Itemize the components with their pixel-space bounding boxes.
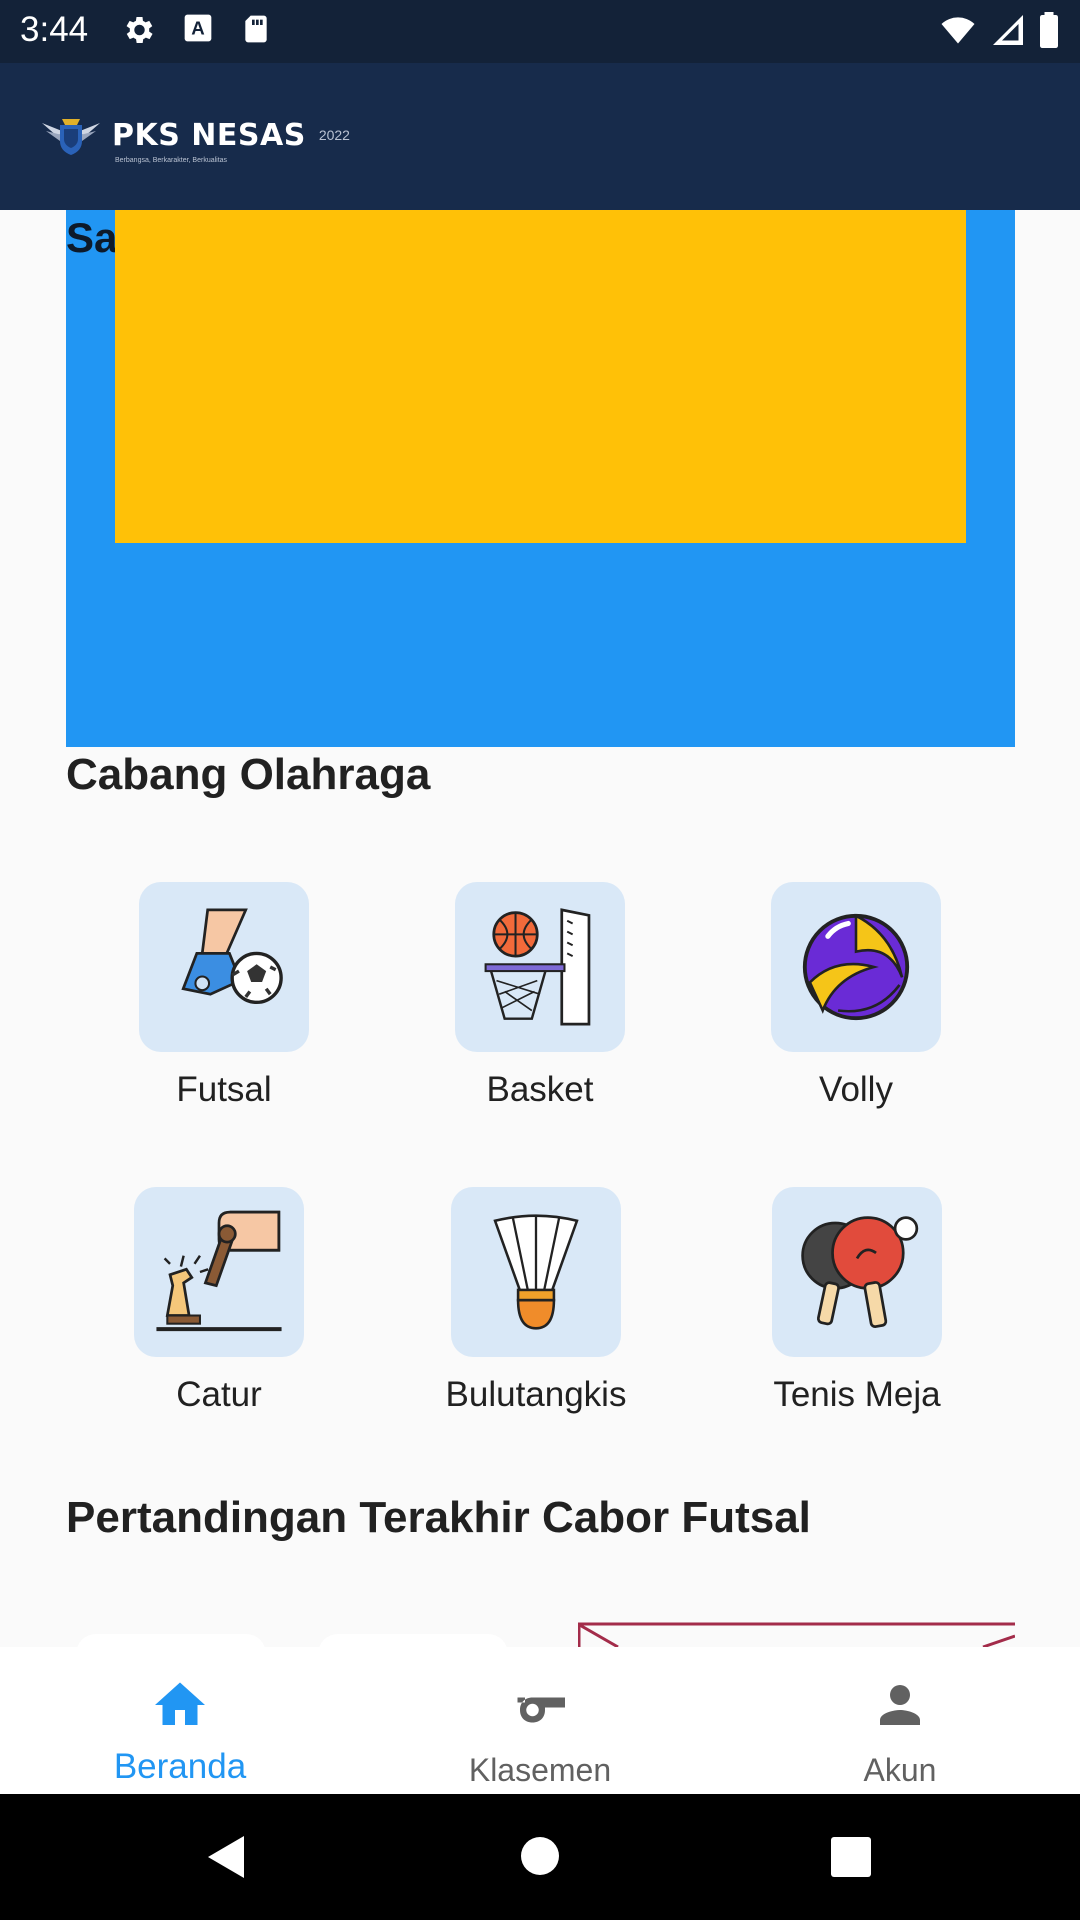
table-tennis-icon [801, 1216, 919, 1328]
match-card[interactable] [318, 1634, 508, 1647]
sport-label: Basket [486, 1070, 594, 1109]
sport-label: Bulutangkis [445, 1375, 627, 1414]
nav-item-akun[interactable]: Akun [720, 1647, 1080, 1794]
sport-item-volly[interactable]: Volly [736, 882, 976, 1110]
home-icon [155, 1682, 205, 1725]
sport-item-tenis-meja[interactable]: Tenis Meja [737, 1187, 977, 1415]
chess-icon [156, 1210, 282, 1332]
home-circle-icon[interactable] [520, 1836, 560, 1876]
sport-label: Volly [819, 1070, 893, 1109]
sport-tile[interactable] [772, 1187, 942, 1357]
bottom-navigation: Beranda Klasemen Akun [0, 1647, 1080, 1794]
logo-subtitle: Berbangsa, Berkarakter, Berkualitas [115, 157, 228, 164]
matches-section-title: Pertandingan Terakhir Cabor Futsal [66, 1493, 811, 1542]
signal-icon [993, 15, 1023, 45]
match-banner-image[interactable] [578, 1622, 1015, 1647]
sport-item-basket[interactable]: Basket [420, 882, 660, 1110]
font-a-icon: A [184, 14, 212, 42]
sport-tile[interactable] [451, 1187, 621, 1357]
sd-card-icon [245, 15, 267, 43]
recents-icon[interactable] [831, 1837, 871, 1877]
nav-item-beranda[interactable]: Beranda [0, 1647, 360, 1794]
sports-section-title: Cabang Olahraga [66, 750, 431, 799]
status-icons-left: A [120, 12, 272, 48]
svg-text:A: A [191, 18, 204, 39]
status-icons-right [938, 12, 1060, 48]
shuttlecock-icon [493, 1214, 579, 1330]
sport-item-catur[interactable]: Catur [99, 1187, 339, 1415]
sport-label: Catur [176, 1375, 262, 1414]
banner-image[interactable] [115, 210, 966, 543]
logo-year: 2022 [318, 127, 350, 143]
sport-label: Futsal [176, 1070, 272, 1109]
sport-label: Tenis Meja [773, 1375, 941, 1414]
basketball-icon [484, 908, 591, 1026]
sport-item-bulutangkis[interactable]: Bulutangkis [416, 1187, 656, 1415]
battery-icon [1040, 12, 1058, 48]
main-content[interactable]: Sa Cabang Olahraga Futsal Basket Volly C… [0, 210, 1080, 1647]
sport-tile[interactable] [139, 882, 309, 1052]
match-card[interactable] [76, 1634, 266, 1647]
wifi-icon [941, 17, 975, 44]
person-icon [880, 1685, 920, 1725]
nav-label: Beranda [113, 1747, 247, 1786]
match-list[interactable] [0, 1622, 1080, 1647]
banner-title: Sa [66, 214, 118, 261]
nav-label: Akun [863, 1752, 937, 1788]
sport-item-futsal[interactable]: Futsal [104, 882, 344, 1110]
logo-title: PKS NESAS [112, 117, 306, 153]
volleyball-icon [802, 913, 910, 1021]
app-bar: PKS NESAS 2022 Berbangsa, Berkarakter, B… [0, 63, 1080, 210]
status-time: 3:44 [20, 10, 89, 49]
whistle-icon [517, 1697, 565, 1723]
app-logo: PKS NESAS 2022 Berbangsa, Berkarakter, B… [40, 113, 350, 164]
sport-tile[interactable] [771, 882, 941, 1052]
back-icon[interactable] [204, 1834, 248, 1880]
sport-tile[interactable] [134, 1187, 304, 1357]
system-navigation-bar [0, 1794, 1080, 1920]
sport-tile[interactable] [455, 882, 625, 1052]
nav-label: Klasemen [468, 1752, 612, 1788]
status-bar: 3:44 A [0, 0, 1080, 63]
logo-emblem-icon [42, 119, 100, 155]
nav-item-klasemen[interactable]: Klasemen [360, 1647, 720, 1794]
futsal-icon [181, 908, 283, 1005]
gear-icon [126, 16, 153, 44]
